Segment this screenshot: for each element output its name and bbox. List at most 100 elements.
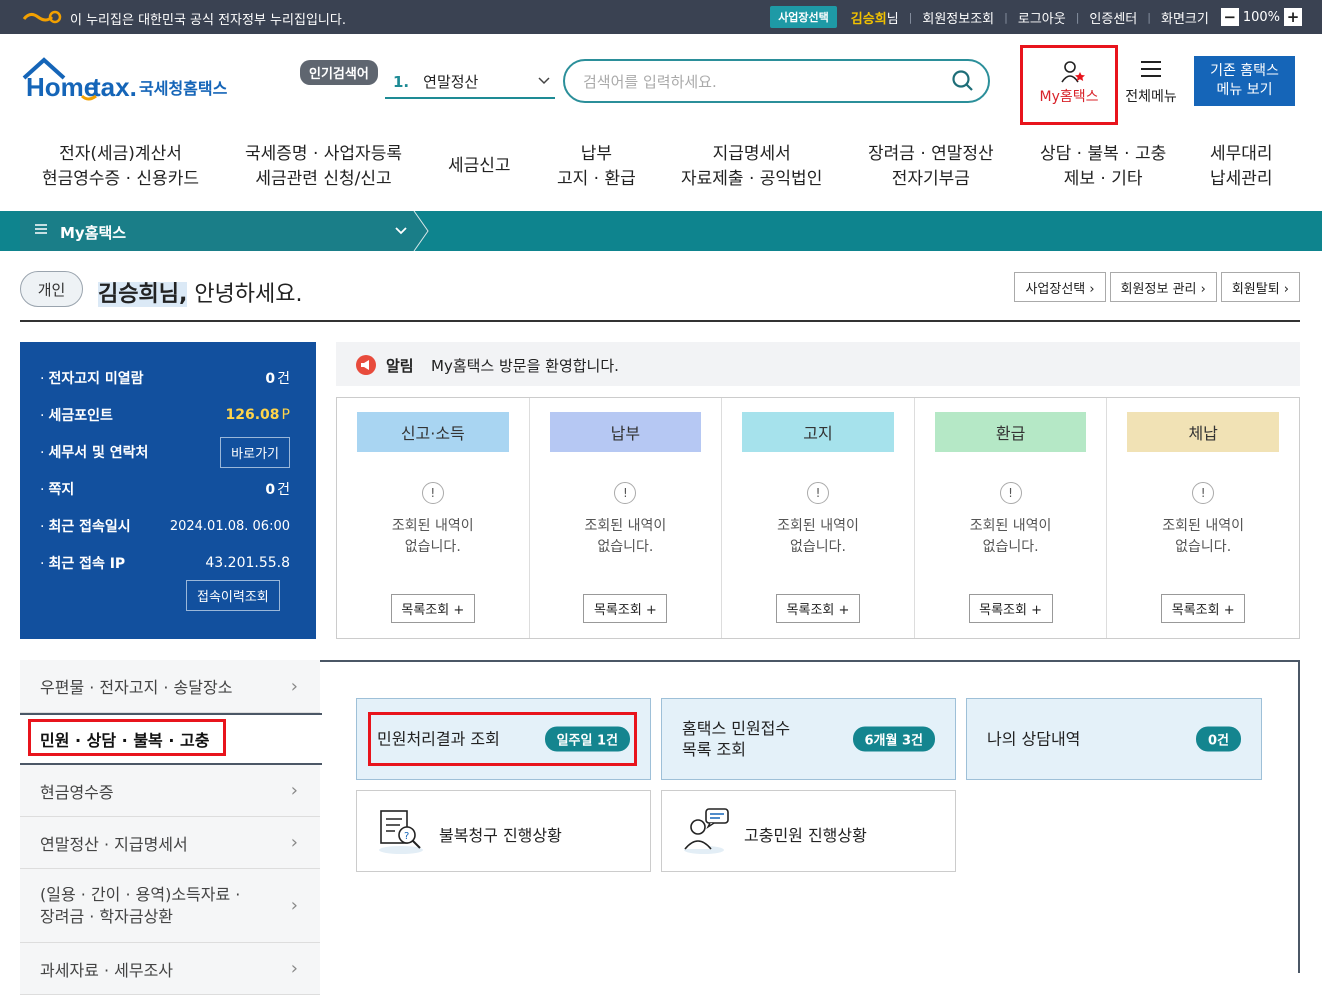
- biz-select-button[interactable]: 사업장선택 ›: [1014, 272, 1106, 302]
- nav-tax-report[interactable]: 세금신고: [448, 154, 511, 179]
- status-payment: 납부 ! 조회된 내역이 없습니다. 목록조회 +: [530, 398, 723, 638]
- appeal-status-card[interactable]: ? 불복청구 진행상황: [356, 790, 651, 872]
- breadcrumb-divider: [413, 211, 429, 251]
- count-badge: 6개월 3건: [852, 726, 935, 752]
- status-report: 신고·소득 ! 조회된 내역이 없습니다. 목록조회 +: [337, 398, 530, 638]
- side-item-year-end[interactable]: 연말정산 · 지급명세서 ›: [20, 817, 320, 869]
- divider: [20, 320, 1300, 322]
- old-menu-button[interactable]: 기존 홈택스 메뉴 보기: [1194, 56, 1295, 106]
- status-header[interactable]: 환급: [934, 412, 1087, 452]
- user-name: 김승희님: [850, 11, 899, 27]
- summary-unread-notices[interactable]: 전자고지 미열람0건: [40, 364, 290, 392]
- withdraw-button[interactable]: 회원탈퇴 ›: [1220, 272, 1300, 302]
- side-item-tax-audit[interactable]: 과세자료 · 세무조사 ›: [20, 943, 320, 995]
- summary-messages[interactable]: 쪽지0건: [40, 475, 290, 503]
- side-item-cash-receipt[interactable]: 현금영수증 ›: [20, 765, 320, 817]
- summary-last-login: 최근 접속일시2024.01.08. 06:00: [40, 512, 290, 540]
- search-icon[interactable]: [952, 70, 974, 92]
- account-summary-panel: 전자고지 미열람0건 세금포인트126.08P 세무서 및 연락처바로가기 쪽지…: [20, 342, 316, 639]
- biz-select-button[interactable]: 사업장선택: [770, 6, 837, 28]
- zoom-in-button[interactable]: +: [1284, 8, 1302, 26]
- info-icon: !: [614, 482, 637, 504]
- chevron-down-icon: [538, 77, 550, 85]
- nav-payment-statement[interactable]: 지급명세서 자료제출 · 공익법인: [681, 142, 822, 192]
- egov-logo-icon: [22, 10, 62, 24]
- gov-banner-message: 이 누리집은 대한민국 공식 전자정부 누리집입니다.: [70, 13, 346, 28]
- status-grid: 신고·소득 ! 조회된 내역이 없습니다. 목록조회 + 납부 ! 조회된 내역이…: [336, 397, 1300, 639]
- gov-banner: 이 누리집은 대한민국 공식 전자정부 누리집입니다. 사업장선택 김승희님 |…: [0, 0, 1322, 34]
- member-info-link[interactable]: 회원정보조회: [922, 8, 994, 27]
- status-header[interactable]: 납부: [549, 412, 702, 452]
- info-icon: !: [1192, 482, 1215, 504]
- empty-message: 조회된 내역이 없습니다.: [584, 518, 667, 555]
- login-history-button[interactable]: 접속이력조회: [186, 580, 280, 611]
- notice-label: 알림: [386, 357, 414, 375]
- megaphone-icon: [356, 355, 376, 375]
- search-input[interactable]: [583, 71, 943, 93]
- notice-bar: 알림 My홈택스 방문을 환영합니다.: [336, 342, 1300, 386]
- summary-tax-office: 세무서 및 연락처바로가기: [40, 436, 290, 468]
- logout-link[interactable]: 로그아웃: [1018, 8, 1066, 27]
- grievance-status-card[interactable]: 고충민원 진행상황: [661, 790, 956, 872]
- chevron-right-icon: ›: [290, 780, 298, 801]
- chevron-right-icon: ›: [290, 675, 298, 697]
- list-view-button[interactable]: 목록조회 +: [1161, 594, 1246, 623]
- info-icon: !: [999, 482, 1022, 504]
- nav-consult[interactable]: 상담 · 불복 · 고충 제보 · 기타: [1040, 142, 1166, 192]
- member-manage-button[interactable]: 회원정보 관리 ›: [1109, 272, 1217, 302]
- nav-incentive[interactable]: 장려금 · 연말정산 전자기부금: [868, 142, 994, 192]
- list-view-button[interactable]: 목록조회 +: [583, 594, 668, 623]
- hamburger-icon: [35, 224, 47, 234]
- user-type-tag: 개인: [20, 271, 83, 307]
- empty-message: 조회된 내역이 없습니다.: [777, 518, 859, 555]
- info-icon: !: [806, 482, 829, 504]
- summary-last-ip: 최근 접속 IP43.201.55.8: [40, 549, 290, 577]
- nav-payment[interactable]: 납부 고지 · 환급: [557, 142, 636, 192]
- consult-history-card[interactable]: 나의 상담내역 0건: [966, 698, 1262, 780]
- highlight-box: [28, 719, 226, 756]
- popular-keyword-select[interactable]: 1. 연말정산: [385, 66, 555, 99]
- info-icon: !: [421, 482, 444, 504]
- status-refund: 환급 ! 조회된 내역이 없습니다. 목록조회 +: [915, 398, 1108, 638]
- screen-size-label: 화면크기: [1160, 11, 1209, 27]
- empty-message: 조회된 내역이 없습니다.: [391, 518, 474, 555]
- chevron-right-icon: ›: [290, 958, 298, 979]
- empty-message: 조회된 내역이 없습니다.: [969, 518, 1052, 555]
- all-menu-button[interactable]: 전체메뉴: [1120, 60, 1182, 106]
- search-box: [563, 59, 990, 103]
- list-view-button[interactable]: 목록조회 +: [968, 594, 1053, 623]
- status-notice: 고지 ! 조회된 내역이 없습니다. 목록조회 +: [722, 398, 915, 638]
- shortcut-button[interactable]: 바로가기: [220, 436, 290, 468]
- count-badge: 0건: [1195, 726, 1241, 752]
- list-view-button[interactable]: 목록조회 +: [775, 594, 860, 623]
- side-item-mail[interactable]: 우편물 · 전자고지 · 송달장소 ›: [20, 660, 320, 713]
- nav-certificates[interactable]: 국세증명 · 사업자등록 세금관련 신청/신고: [245, 142, 402, 192]
- chevron-right-icon: ›: [290, 894, 298, 916]
- svg-text:?: ?: [404, 831, 409, 842]
- hometax-logo[interactable]: Home tax. 국세청홈택스: [22, 56, 237, 104]
- nav-tax-invoice[interactable]: 전자(세금)계산서 현금영수증 · 신용카드: [42, 142, 199, 192]
- status-header[interactable]: 체납: [1127, 412, 1279, 452]
- notice-text: My홈택스 방문을 환영합니다.: [431, 357, 619, 375]
- status-header[interactable]: 고지: [742, 412, 894, 452]
- side-item-income-data[interactable]: (일용 · 간이 · 용역)소득자료 · 장려금 · 학자금상환 ›: [20, 869, 320, 943]
- nav-tax-agent[interactable]: 세무대리 납세관리: [1210, 142, 1273, 192]
- breadcrumb-title: My홈택스: [60, 224, 127, 242]
- chevron-down-icon[interactable]: [395, 225, 407, 237]
- status-header[interactable]: 신고·소득: [357, 412, 509, 452]
- my-hometax-button[interactable]: My홈택스: [1020, 45, 1118, 125]
- chevron-right-icon: ›: [290, 832, 298, 853]
- main-nav: 전자(세금)계산서 현금영수증 · 신용카드 국세증명 · 사업자등록 세금관련 신…: [0, 130, 1322, 210]
- svg-text:국세청홈택스: 국세청홈택스: [139, 79, 228, 98]
- greeting-text: 김승희님, 안녕하세요.: [98, 282, 303, 307]
- zoom-out-button[interactable]: −: [1220, 8, 1239, 26]
- list-view-button[interactable]: 목록조회 +: [390, 594, 475, 623]
- cert-center-link[interactable]: 인증센터: [1089, 8, 1137, 27]
- highlight-box: [368, 712, 637, 766]
- user-star-icon: [1061, 61, 1085, 83]
- civil-list-card[interactable]: 홈택스 민원접수 목록 조회 6개월 3건: [661, 698, 956, 780]
- summary-tax-points[interactable]: 세금포인트126.08P: [40, 401, 290, 429]
- sub-nav-bar: My홈택스: [0, 211, 1322, 251]
- empty-message: 조회된 내역이 없습니다.: [1162, 518, 1245, 555]
- popular-keyword-badge: 인기검색어: [300, 60, 378, 85]
